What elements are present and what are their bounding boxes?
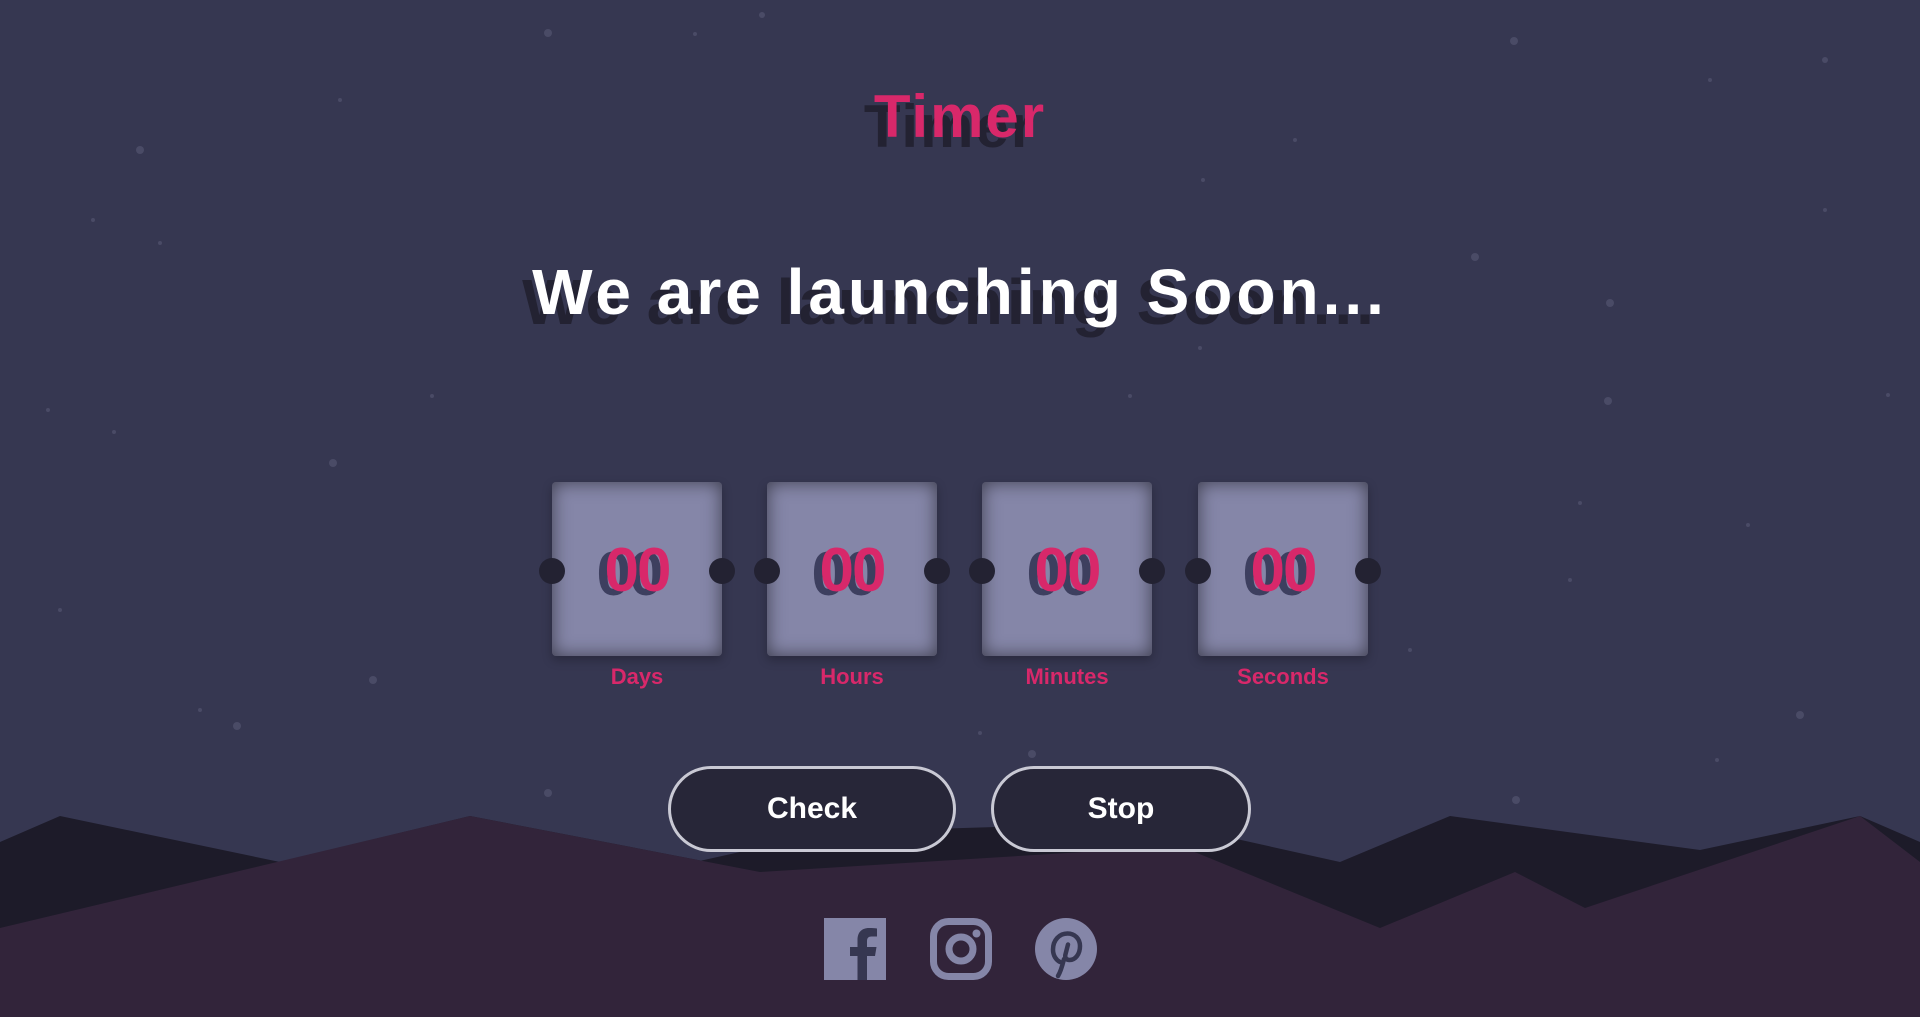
countdown-timer: 00 Days 00 Hours 00 Minutes 00 Seconds	[539, 482, 1381, 692]
page-title: Timer	[873, 83, 1047, 150]
hours-value: 00	[819, 536, 887, 605]
countdown-card: 00	[1185, 482, 1381, 656]
check-button[interactable]: Check	[668, 766, 956, 852]
seconds-label: Seconds	[1237, 664, 1329, 689]
countdown-unit-minutes: 00 Minutes	[969, 482, 1165, 690]
countdown-card: 00	[969, 482, 1165, 656]
countdown-card: 00	[754, 482, 950, 656]
days-value: 00	[604, 536, 672, 605]
countdown-unit-days: 00 Days	[539, 482, 735, 690]
minutes-value: 00	[1034, 536, 1102, 605]
social-links	[824, 918, 1097, 980]
stop-button[interactable]: Stop	[991, 766, 1251, 852]
card-right-dot	[1139, 558, 1165, 584]
facebook-icon[interactable]	[824, 918, 886, 980]
seconds-value: 00	[1250, 536, 1318, 605]
minutes-label: Minutes	[1025, 664, 1109, 689]
card-right-dot	[924, 558, 950, 584]
hours-label: Hours	[820, 664, 884, 689]
countdown-unit-seconds: 00 Seconds	[1185, 482, 1381, 690]
pinterest-icon[interactable]	[1035, 918, 1097, 980]
launch-headline: We are launching Soon...	[532, 256, 1388, 328]
card-right-dot	[1355, 558, 1381, 584]
instagram-icon[interactable]	[930, 918, 992, 980]
days-label: Days	[610, 664, 664, 689]
countdown-unit-hours: 00 Hours	[754, 482, 950, 690]
countdown-card: 00	[539, 482, 735, 656]
card-right-dot	[709, 558, 735, 584]
